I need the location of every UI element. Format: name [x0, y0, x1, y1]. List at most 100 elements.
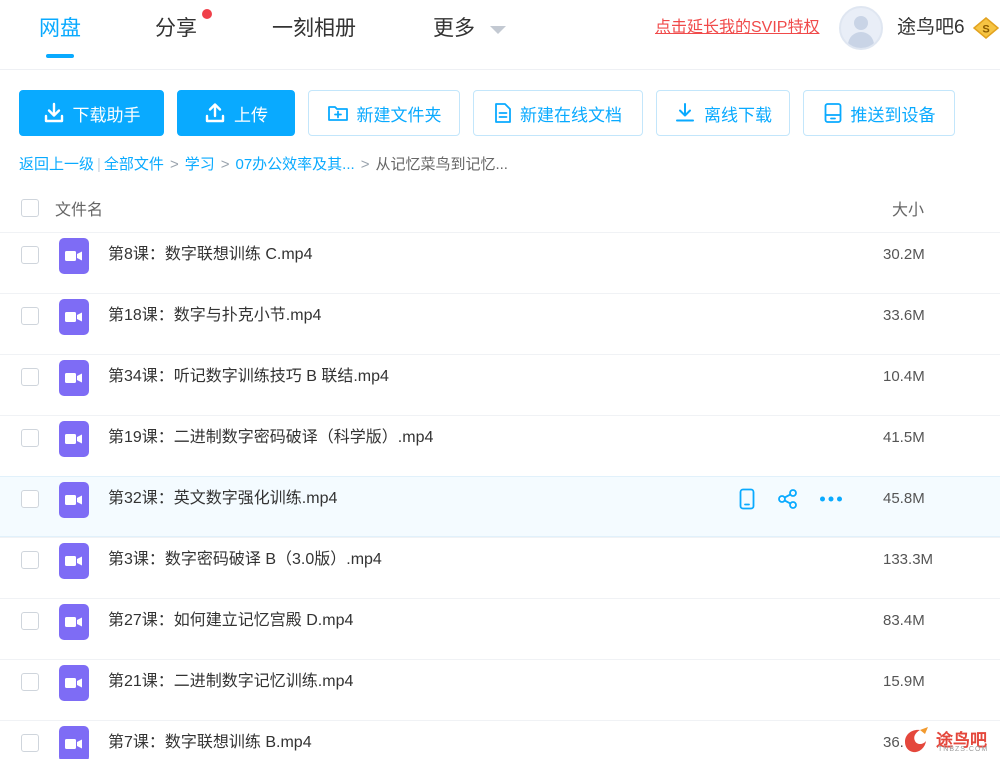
- watermark-subtext: TNBZS.COM: [938, 746, 989, 753]
- file-name[interactable]: 第32课：英文数字强化训练.mp4: [108, 487, 337, 511]
- file-size: 36.: [883, 734, 904, 751]
- file-name[interactable]: 第3课：数字密码破译 B（3.0版）.mp4: [108, 548, 382, 572]
- video-file-icon: [59, 360, 89, 396]
- breadcrumb-level-1[interactable]: 学习: [185, 156, 215, 173]
- push-to-device-row-button[interactable]: [733, 485, 761, 513]
- file-size: 10.4M: [883, 368, 925, 385]
- chevron-down-icon[interactable]: [490, 26, 506, 34]
- push-to-device-button[interactable]: 推送到设备: [803, 90, 955, 136]
- file-size: 41.5M: [883, 429, 925, 446]
- file-size: 30.2M: [883, 246, 925, 263]
- phone-icon: [739, 488, 755, 510]
- share-icon: [778, 489, 797, 509]
- upload-button[interactable]: 上传: [177, 90, 295, 136]
- row-checkbox[interactable]: [21, 307, 39, 325]
- file-size: 83.4M: [883, 612, 925, 629]
- upload-label: 上传: [234, 105, 268, 125]
- nav-tab-more[interactable]: 更多: [433, 14, 475, 44]
- file-size: 15.9M: [883, 673, 925, 690]
- new-folder-button[interactable]: 新建文件夹: [308, 90, 460, 136]
- column-header-name[interactable]: 文件名: [55, 196, 103, 220]
- row-checkbox[interactable]: [21, 673, 39, 691]
- row-checkbox[interactable]: [21, 734, 39, 752]
- more-row-button[interactable]: [817, 485, 845, 513]
- table-row[interactable]: 第21课：二进制数字记忆训练.mp4 15.9M: [0, 659, 1000, 720]
- table-row[interactable]: 第3课：数字密码破译 B（3.0版）.mp4 133.3M: [0, 537, 1000, 598]
- video-file-icon: [59, 543, 89, 579]
- table-row[interactable]: 第32课：英文数字强化训练.mp4 45.8M: [0, 476, 1000, 537]
- breadcrumb-separator-icon: >: [220, 156, 230, 173]
- avatar-head-shape: [854, 16, 868, 30]
- svip-badge-letter: S: [982, 24, 989, 36]
- video-file-icon: [59, 482, 89, 518]
- row-checkbox[interactable]: [21, 368, 39, 386]
- breadcrumb-all-files[interactable]: 全部文件: [104, 156, 164, 173]
- more-dots-icon: [820, 496, 842, 502]
- breadcrumb-level-2[interactable]: 07办公效率及其...: [235, 156, 354, 173]
- upload-icon: [205, 103, 225, 123]
- offline-download-label: 离线下载: [704, 105, 772, 125]
- nav-tab-netdisk[interactable]: 网盘: [39, 14, 81, 44]
- row-checkbox[interactable]: [21, 551, 39, 569]
- video-file-icon: [59, 238, 89, 274]
- video-file-icon: [59, 665, 89, 701]
- file-name[interactable]: 第34课：听记数字训练技巧 B 联结.mp4: [108, 365, 389, 389]
- svip-renew-link[interactable]: 点击延长我的SVIP特权: [655, 17, 819, 39]
- avatar-body-shape: [848, 32, 874, 48]
- offline-download-button[interactable]: 离线下载: [656, 90, 790, 136]
- nav-active-indicator: [46, 54, 74, 58]
- notification-dot: [202, 9, 212, 19]
- breadcrumb-separator-icon: >: [360, 156, 370, 173]
- new-online-doc-button[interactable]: 新建在线文档: [473, 90, 643, 136]
- share-row-button[interactable]: [774, 485, 802, 513]
- video-file-icon: [59, 726, 89, 759]
- breadcrumb: 返回上一级 | 全部文件 > 学习 >07办公效率及其... > 从记忆菜鸟到记忆...: [19, 154, 508, 176]
- breadcrumb-divider: |: [97, 156, 101, 173]
- file-name[interactable]: 第18课：数字与扑克小节.mp4: [108, 304, 321, 328]
- table-row[interactable]: 第18课：数字与扑克小节.mp4 33.6M: [0, 293, 1000, 354]
- video-file-icon: [59, 299, 89, 335]
- svip-badge-icon[interactable]: S: [973, 17, 999, 39]
- breadcrumb-current: 从记忆菜鸟到记忆...: [375, 156, 508, 173]
- table-row[interactable]: 第34课：听记数字训练技巧 B 联结.mp4 10.4M: [0, 354, 1000, 415]
- username[interactable]: 途鸟吧6: [897, 14, 965, 42]
- file-name[interactable]: 第19课：二进制数字密码破译（科学版）.mp4: [108, 426, 433, 450]
- table-row[interactable]: 第19课：二进制数字密码破译（科学版）.mp4 41.5M: [0, 415, 1000, 476]
- device-icon: [824, 103, 841, 123]
- file-size: 45.8M: [883, 490, 925, 507]
- select-all-checkbox[interactable]: [21, 199, 39, 217]
- row-checkbox[interactable]: [21, 490, 39, 508]
- breadcrumb-separator-icon: >: [169, 156, 179, 173]
- table-row[interactable]: 第8课：数字联想训练 C.mp4 30.2M: [0, 232, 1000, 293]
- file-name[interactable]: 第7课：数字联想训练 B.mp4: [108, 731, 312, 755]
- nav-tab-share[interactable]: 分享: [155, 14, 197, 44]
- top-navigation: 网盘 分享 一刻相册 更多 点击延长我的SVIP特权 途鸟吧6 S: [0, 0, 1000, 70]
- push-to-device-label: 推送到设备: [850, 105, 936, 125]
- file-size: 33.6M: [883, 307, 925, 324]
- table-row[interactable]: 第27课：如何建立记忆宫殿 D.mp4 83.4M: [0, 598, 1000, 659]
- video-file-icon: [59, 421, 89, 457]
- table-header: 文件名 大小: [0, 186, 1000, 232]
- column-header-size[interactable]: 大小: [892, 196, 924, 220]
- download-icon: [44, 102, 63, 123]
- file-name[interactable]: 第27课：如何建立记忆宫殿 D.mp4: [108, 609, 353, 633]
- download-helper-label: 下载助手: [72, 105, 141, 125]
- row-checkbox[interactable]: [21, 246, 39, 264]
- row-checkbox[interactable]: [21, 429, 39, 447]
- offline-download-icon: [676, 103, 694, 122]
- watermark-logo: 途鸟吧 TNBZS.COM: [902, 724, 998, 758]
- breadcrumb-back[interactable]: 返回上一级: [19, 156, 94, 173]
- video-file-icon: [59, 604, 89, 640]
- download-helper-button[interactable]: 下载助手: [19, 90, 164, 136]
- bird-logo-icon: [905, 727, 928, 753]
- file-size: 133.3M: [883, 551, 934, 568]
- table-row[interactable]: 第7课：数字联想训练 B.mp4 36.: [0, 720, 1000, 759]
- nav-tab-album[interactable]: 一刻相册: [272, 14, 356, 44]
- new-online-doc-label: 新建在线文档: [520, 105, 622, 125]
- file-name[interactable]: 第21课：二进制数字记忆训练.mp4: [108, 670, 353, 694]
- avatar[interactable]: [839, 6, 883, 50]
- document-icon: [495, 103, 511, 123]
- file-name[interactable]: 第8课：数字联想训练 C.mp4: [108, 243, 312, 267]
- new-folder-icon: [327, 106, 348, 121]
- row-checkbox[interactable]: [21, 612, 39, 630]
